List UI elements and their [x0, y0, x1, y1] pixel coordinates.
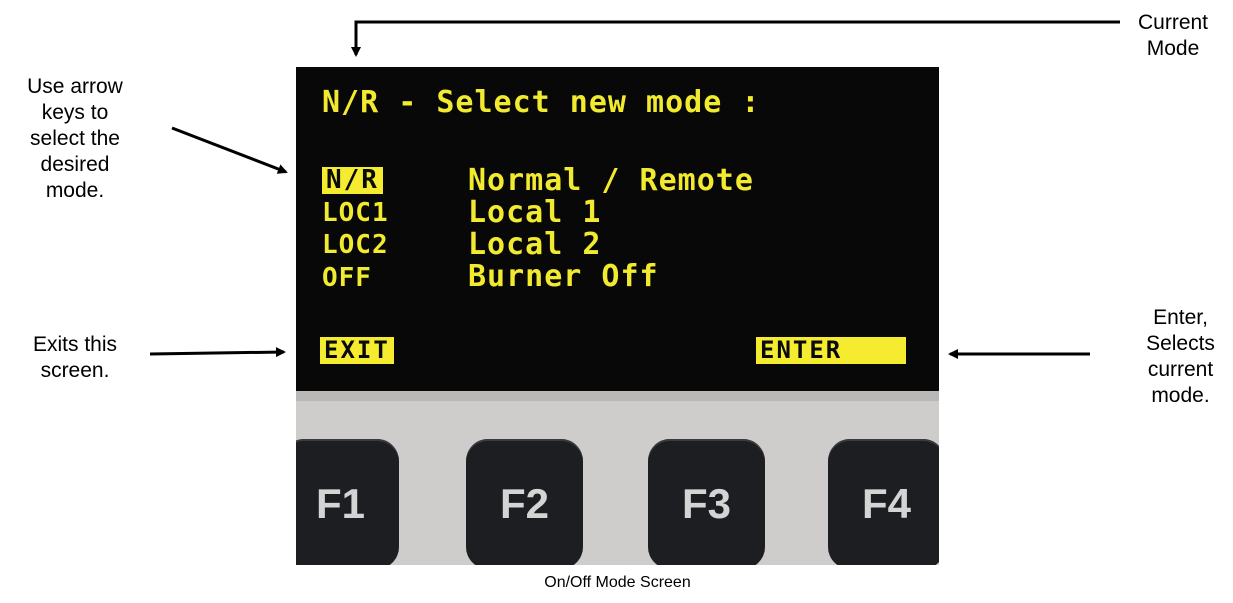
current-mode-note: Current Mode [1137, 11, 1209, 60]
figure-caption: On/Off Mode Screen [544, 574, 691, 591]
enter-note: Enter, Selects current mode. [1146, 306, 1215, 407]
arrow-keys-note: Use arrow keys to select the desired mod… [27, 75, 123, 202]
exit-arrow [149, 347, 286, 358]
annotation-arrows [149, 20, 1120, 359]
arrow-keys-arrow [171, 126, 288, 174]
current-mode-arrow [351, 20, 1120, 57]
exits-note: Exits this screen. [32, 333, 118, 382]
